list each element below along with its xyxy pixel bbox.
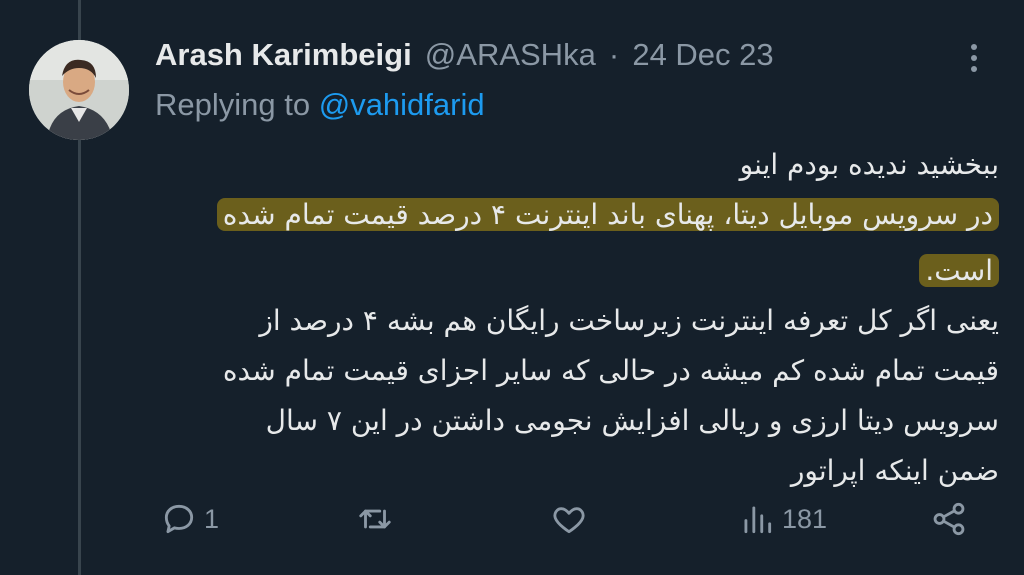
share-icon — [933, 502, 965, 536]
replying-to: Replying to @vahidfarid — [155, 87, 485, 123]
tweet-line-1: ببخشید ندیده بودم اینو — [140, 140, 999, 190]
like-button[interactable] — [550, 500, 594, 538]
more-options-button[interactable] — [962, 44, 986, 76]
tweet-line-text: یعنی اگر کل تعرفه اینترنت زیرساخت رایگان… — [259, 304, 999, 337]
tweet-line-text: ضمن اینکه اپراتور — [790, 454, 999, 487]
views-button[interactable]: 181 — [738, 500, 827, 538]
tweet-date[interactable]: 24 Dec 23 — [632, 37, 773, 72]
author-handle[interactable]: @ARASHka — [425, 37, 596, 72]
highlighted-text: در سرویس موبایل دیتا، پهنای باند اینترنت… — [216, 198, 999, 231]
tweet-line-text: قیمت تمام شده کم میشه در حالی که سایر اج… — [222, 354, 999, 387]
reply-button[interactable]: 1 — [160, 500, 219, 538]
repost-button[interactable] — [356, 500, 400, 538]
tweet-header: Arash Karimbeigi @ARASHka · 24 Dec 23 — [155, 37, 774, 77]
tweet-line-3: است. — [140, 246, 999, 296]
tweet-line-text: ببخشید ندیده بودم اینو — [739, 148, 999, 181]
action-bar: 1 181 — [0, 490, 1024, 550]
avatar-image — [29, 40, 129, 140]
replying-prefix: Replying to — [155, 87, 311, 122]
more-dot-icon — [971, 44, 977, 50]
views-icon — [744, 506, 772, 534]
meta-separator: · — [608, 37, 620, 72]
more-dot-icon — [971, 55, 977, 61]
tweet-line-text: سرویس دیتا ارزی و ریالی افزایش نجومی داش… — [265, 404, 999, 437]
mention-link[interactable]: @vahidfarid — [319, 87, 485, 122]
author-name[interactable]: Arash Karimbeigi — [155, 37, 412, 72]
tweet-line-7: ضمن اینکه اپراتور — [140, 446, 999, 496]
tweet-line-6: سرویس دیتا ارزی و ریالی افزایش نجومی داش… — [140, 396, 999, 446]
like-icon — [553, 507, 585, 534]
tweet-line-2: در سرویس موبایل دیتا، پهنای باند اینترنت… — [140, 190, 999, 240]
highlighted-text: است. — [919, 254, 999, 287]
share-button[interactable] — [930, 500, 968, 538]
views-count: 181 — [782, 503, 828, 534]
reply-icon — [164, 504, 194, 534]
avatar[interactable] — [29, 40, 129, 140]
repost-icon — [359, 509, 391, 529]
tweet-line-5: قیمت تمام شده کم میشه در حالی که سایر اج… — [140, 346, 999, 396]
reply-count: 1 — [204, 503, 220, 534]
more-dot-icon — [971, 66, 977, 72]
tweet-line-4: یعنی اگر کل تعرفه اینترنت زیرساخت رایگان… — [140, 296, 999, 346]
tweet-text: ببخشید ندیده بودم اینو در سرویس موبایل د… — [140, 140, 999, 496]
